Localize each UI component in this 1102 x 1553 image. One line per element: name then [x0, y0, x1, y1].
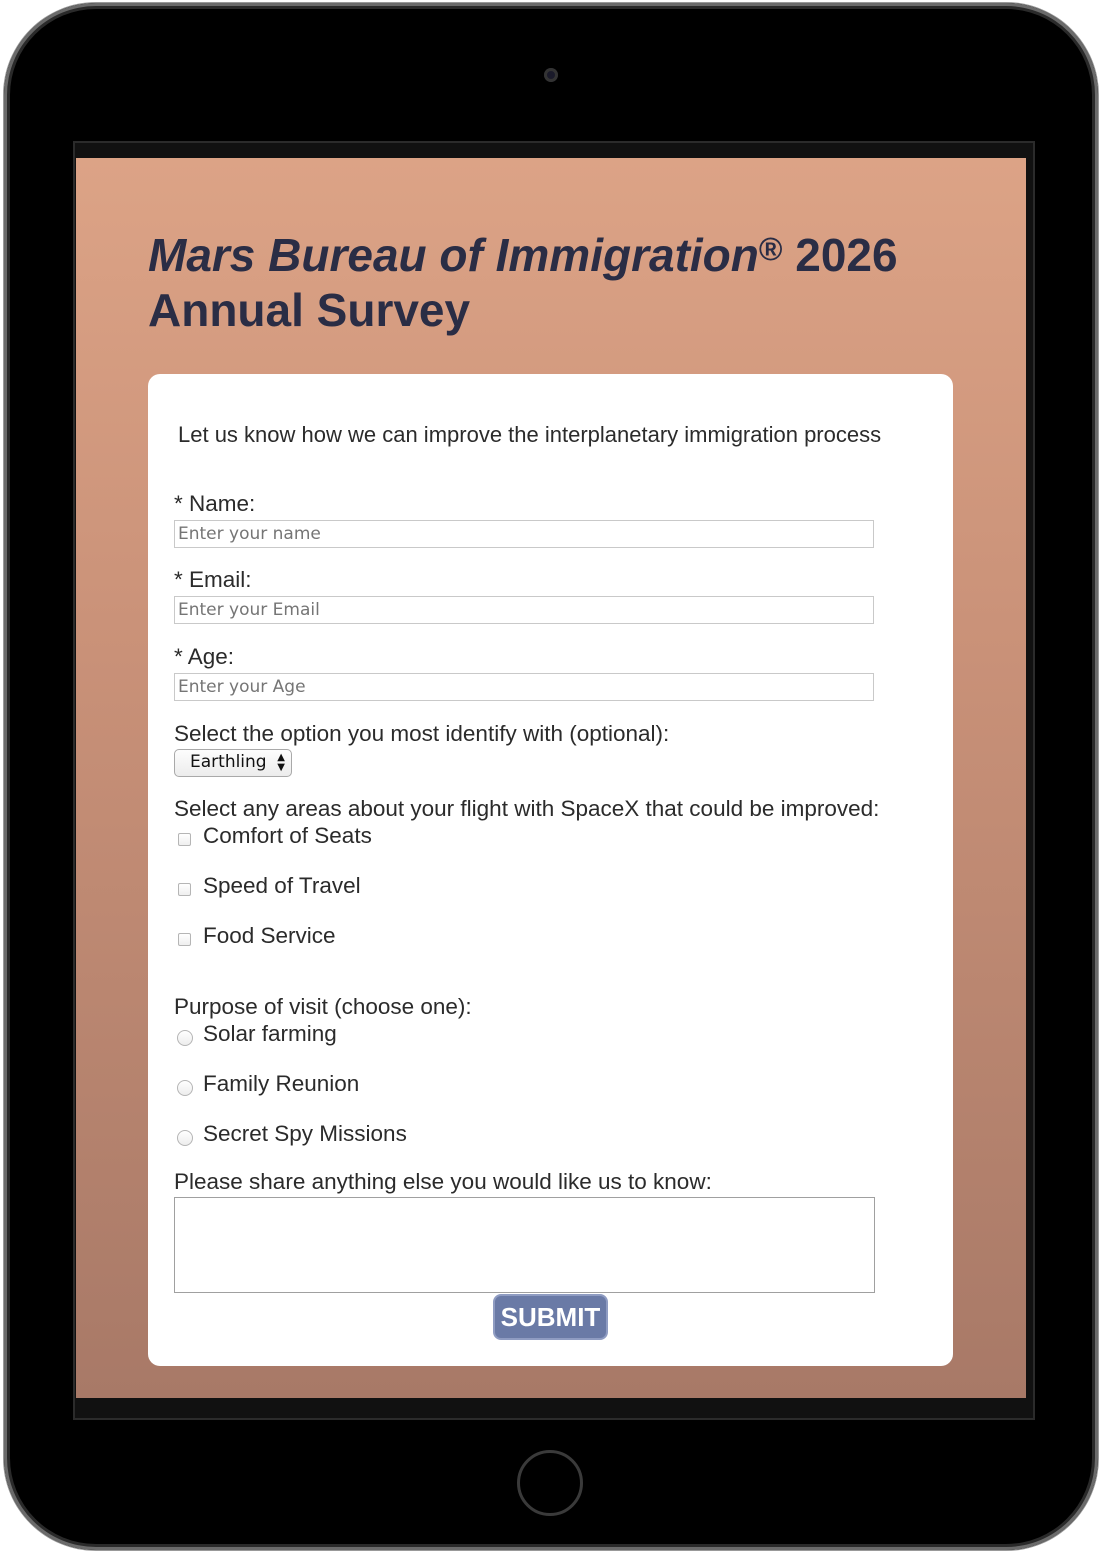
radio-button[interactable]	[177, 1130, 193, 1146]
form-intro: Let us know how we can improve the inter…	[178, 422, 882, 447]
age-label: * Age:	[174, 644, 235, 669]
identify-selected-value: Earthling	[190, 752, 267, 772]
checkbox-label: Speed of Travel	[203, 873, 361, 898]
checkbox-label: Food Service	[203, 923, 336, 948]
title-italic: Mars Bureau of Immigration	[148, 229, 759, 281]
home-button[interactable]	[517, 1450, 583, 1516]
submit-button[interactable]: SUBMIT	[493, 1294, 608, 1340]
screen: Mars Bureau of Immigration® 2026 Annual …	[76, 158, 1026, 1398]
identify-select[interactable]: Earthling ▲ ▼	[174, 749, 292, 777]
email-label: * Email:	[174, 567, 252, 592]
camera-icon	[544, 68, 558, 82]
comments-textarea[interactable]	[174, 1197, 875, 1293]
purpose-label: Purpose of visit (choose one):	[174, 994, 472, 1019]
page-title: Mars Bureau of Immigration® 2026 Annual …	[148, 228, 968, 338]
radio-button[interactable]	[177, 1080, 193, 1096]
radio-label: Solar farming	[203, 1021, 337, 1046]
name-input[interactable]	[174, 520, 874, 548]
select-arrows-icon: ▲ ▼	[277, 752, 285, 773]
comments-label: Please share anything else you would lik…	[174, 1169, 712, 1194]
radio-label: Family Reunion	[203, 1071, 360, 1096]
improvements-label: Select any areas about your flight with …	[174, 796, 880, 821]
name-label: * Name:	[174, 491, 256, 516]
radio-label: Secret Spy Missions	[203, 1121, 407, 1146]
email-input[interactable]	[174, 596, 874, 624]
identify-label: Select the option you most identify with…	[174, 721, 670, 746]
checkbox[interactable]	[178, 833, 191, 846]
checkbox[interactable]	[178, 933, 191, 946]
radio-button[interactable]	[177, 1030, 193, 1046]
survey-form: Let us know how we can improve the inter…	[148, 374, 953, 1366]
age-input[interactable]	[174, 673, 874, 701]
checkbox[interactable]	[178, 883, 191, 896]
checkbox-label: Comfort of Seats	[203, 823, 372, 848]
registered-mark: ®	[758, 231, 783, 267]
